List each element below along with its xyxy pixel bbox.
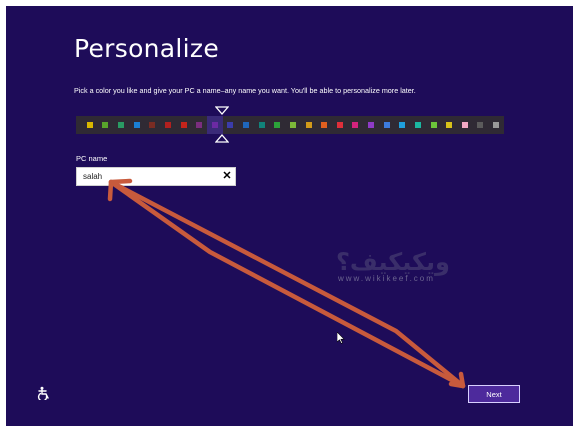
- setup-screen: Personalize Pick a color you like and gi…: [6, 6, 573, 426]
- color-swatch[interactable]: [488, 116, 504, 134]
- color-swatch[interactable]: [316, 116, 332, 134]
- color-swatch[interactable]: [270, 116, 286, 134]
- color-swatch-dot: [196, 122, 203, 128]
- color-swatch[interactable]: [363, 116, 379, 134]
- color-swatch[interactable]: [223, 116, 239, 134]
- color-swatch-dot: [414, 122, 421, 128]
- color-swatch[interactable]: [82, 116, 98, 134]
- mouse-cursor-icon: [337, 332, 345, 344]
- color-swatch[interactable]: [441, 116, 457, 134]
- color-swatch[interactable]: [145, 116, 161, 134]
- color-swatch[interactable]: [254, 116, 270, 134]
- color-swatch-dot: [164, 122, 171, 128]
- color-swatch[interactable]: [113, 116, 129, 134]
- watermark-logo: ويكيكيف؟: [336, 248, 450, 276]
- color-swatch[interactable]: [176, 116, 192, 134]
- color-swatch-dot: [102, 122, 109, 128]
- color-swatch-dot: [211, 122, 218, 128]
- next-button[interactable]: Next: [468, 385, 520, 403]
- color-swatch[interactable]: [457, 116, 473, 134]
- color-swatch-dot: [383, 122, 390, 128]
- color-swatch-dot: [227, 122, 234, 128]
- color-swatch[interactable]: [395, 116, 411, 134]
- color-swatch-dot: [274, 122, 281, 128]
- arrow-line-upper: [108, 179, 466, 389]
- color-swatch[interactable]: [160, 116, 176, 134]
- color-slider-top-handle[interactable]: [215, 106, 229, 115]
- color-swatch-dot: [133, 122, 140, 128]
- color-swatch[interactable]: [285, 116, 301, 134]
- color-swatch[interactable]: [473, 116, 489, 134]
- color-swatch-dot: [446, 122, 453, 128]
- color-swatch[interactable]: [426, 116, 442, 134]
- color-swatch[interactable]: [191, 116, 207, 134]
- color-swatch-dot: [430, 122, 437, 128]
- color-swatch[interactable]: [332, 116, 348, 134]
- color-swatch[interactable]: [301, 116, 317, 134]
- pc-name-label: PC name: [76, 154, 108, 163]
- ease-of-access-icon[interactable]: [37, 386, 51, 400]
- arrowhead-next: [448, 371, 466, 389]
- color-swatch-dot: [461, 122, 468, 128]
- page-title: Personalize: [74, 34, 220, 63]
- watermark-url: www.wikikeef.com: [338, 274, 435, 283]
- color-swatch-dot: [352, 122, 359, 128]
- color-swatch[interactable]: [207, 116, 223, 134]
- color-swatch-dot: [305, 122, 312, 128]
- annotation-arrows: [107, 178, 466, 389]
- color-picker-bar[interactable]: [76, 116, 504, 134]
- color-swatch[interactable]: [379, 116, 395, 134]
- color-swatch-dot: [86, 122, 93, 128]
- color-swatch-dot: [118, 122, 125, 128]
- color-slider-bottom-handle[interactable]: [215, 134, 229, 143]
- color-swatch-dot: [477, 122, 484, 128]
- color-swatch[interactable]: [348, 116, 364, 134]
- color-swatch-dot: [180, 122, 187, 128]
- color-swatch-dot: [289, 122, 296, 128]
- color-swatch-dot: [399, 122, 406, 128]
- arrow-line-lower: [108, 179, 466, 389]
- color-swatch-dot: [243, 122, 250, 128]
- color-swatch-dot: [258, 122, 265, 128]
- color-swatch[interactable]: [98, 116, 114, 134]
- color-swatch-dot: [368, 122, 375, 128]
- color-swatch[interactable]: [238, 116, 254, 134]
- color-swatch-dot: [149, 122, 156, 128]
- color-swatch[interactable]: [129, 116, 145, 134]
- clear-input-button[interactable]: ✕: [221, 170, 233, 183]
- color-swatch-dot: [321, 122, 328, 128]
- color-swatch-dot: [493, 122, 500, 128]
- color-swatch[interactable]: [410, 116, 426, 134]
- pc-name-input[interactable]: [76, 167, 236, 186]
- color-swatch-dot: [336, 122, 343, 128]
- page-subtitle: Pick a color you like and give your PC a…: [74, 86, 416, 95]
